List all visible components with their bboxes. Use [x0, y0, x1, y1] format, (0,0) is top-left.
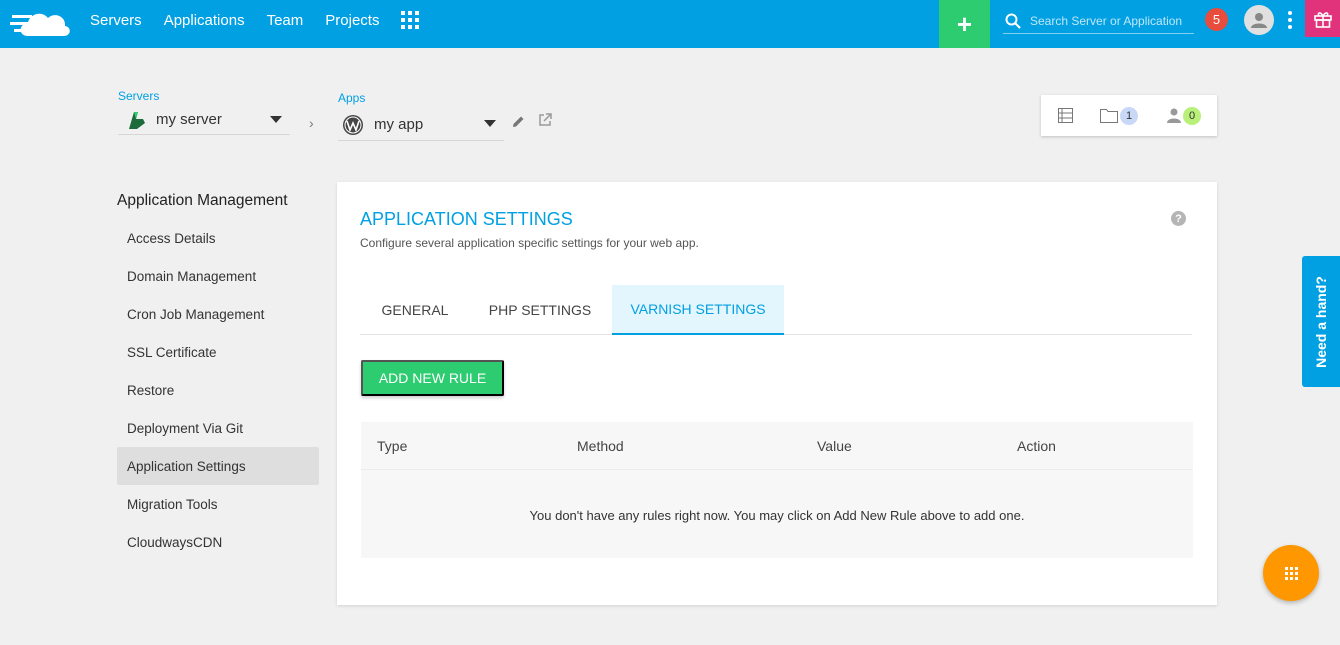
sidebar-title: Application Management [117, 192, 288, 209]
tab-varnish-settings[interactable]: VARNISH SETTINGS [612, 285, 784, 335]
user-icon [1251, 13, 1267, 28]
tab-php-settings[interactable]: PHP SETTINGS [470, 285, 610, 334]
server-selector[interactable]: my server [118, 105, 290, 135]
column-header-action: Action [1017, 438, 1056, 454]
settings-tabs: GENERAL PHP SETTINGS VARNISH SETTINGS [360, 285, 1192, 335]
sidebar-item-domain-management[interactable]: Domain Management [117, 257, 319, 295]
settings-panel: APPLICATION SETTINGS Configure several a… [337, 182, 1217, 605]
sidebar-menu: Access Details Domain Management Cron Jo… [117, 219, 319, 561]
column-header-method: Method [577, 438, 624, 454]
app-selector[interactable]: my app [338, 109, 504, 141]
nav-projects[interactable]: Projects [325, 12, 379, 29]
sidebar-item-restore[interactable]: Restore [117, 371, 319, 409]
servers-label: Servers [118, 89, 160, 103]
sidebar-item-cron-job-management[interactable]: Cron Job Management [117, 295, 319, 333]
team-member-icon[interactable] [1167, 108, 1181, 123]
rules-table: Type Method Value Action You don't have … [361, 422, 1193, 558]
folder-count-badge: 1 [1120, 106, 1138, 125]
nav-team[interactable]: Team [267, 12, 304, 29]
apps-label: Apps [338, 91, 366, 105]
apps-grid-icon[interactable] [401, 11, 419, 29]
list-icon[interactable] [1058, 108, 1073, 123]
help-icon[interactable]: ? [1171, 211, 1186, 226]
chevron-down-icon [484, 120, 496, 127]
add-button[interactable]: + [939, 0, 990, 48]
server-name: my server [156, 111, 222, 128]
need-a-hand-label: Need a hand? [1313, 275, 1330, 368]
search-input[interactable] [1030, 13, 1190, 28]
wordpress-icon [343, 114, 363, 135]
member-count-badge: 0 [1183, 106, 1201, 125]
more-menu-icon[interactable] [1288, 11, 1292, 29]
empty-state-message: You don't have any rules right now. You … [529, 508, 1025, 523]
main-nav: Servers Applications Team Projects [90, 0, 401, 40]
edit-icon[interactable] [512, 115, 525, 128]
external-link-icon[interactable] [538, 113, 552, 127]
server-icon [129, 111, 145, 129]
user-avatar[interactable] [1244, 5, 1274, 35]
sidebar-item-access-details[interactable]: Access Details [117, 219, 319, 257]
page-title: APPLICATION SETTINGS [360, 209, 573, 229]
counts-widget: 1 0 [1041, 95, 1217, 136]
table-header: Type Method Value Action [361, 422, 1193, 470]
grid-icon [1284, 566, 1298, 580]
sidebar-item-ssl-certificate[interactable]: SSL Certificate [117, 333, 319, 371]
chevron-right-icon: › [309, 115, 314, 131]
sidebar-item-cloudwayscdn[interactable]: CloudwaysCDN [117, 523, 319, 561]
column-header-value: Value [817, 438, 852, 454]
folder-icon[interactable] [1100, 108, 1118, 123]
notification-badge[interactable]: 5 [1205, 8, 1228, 31]
tab-general[interactable]: GENERAL [360, 285, 470, 334]
column-header-type: Type [377, 438, 408, 454]
nav-servers[interactable]: Servers [90, 12, 142, 29]
search-box [1003, 8, 1194, 34]
add-new-rule-button[interactable]: ADD NEW RULE [361, 360, 504, 396]
page-subtitle: Configure several application specific s… [360, 236, 699, 250]
need-a-hand-tab[interactable]: Need a hand? [1302, 256, 1340, 387]
gift-icon [1313, 11, 1332, 28]
chevron-down-icon [270, 116, 282, 123]
floating-menu-button[interactable] [1263, 545, 1319, 601]
app-name: my app [374, 116, 424, 133]
cloudways-logo[interactable] [10, 6, 72, 42]
nav-applications[interactable]: Applications [164, 12, 245, 29]
sidebar-item-application-settings[interactable]: Application Settings [117, 447, 319, 485]
top-navbar: Servers Applications Team Projects + 5 [0, 0, 1340, 48]
sidebar-item-deployment-via-git[interactable]: Deployment Via Git [117, 409, 319, 447]
search-icon [1005, 13, 1021, 29]
gift-button[interactable] [1305, 0, 1340, 37]
sidebar-item-migration-tools[interactable]: Migration Tools [117, 485, 319, 523]
